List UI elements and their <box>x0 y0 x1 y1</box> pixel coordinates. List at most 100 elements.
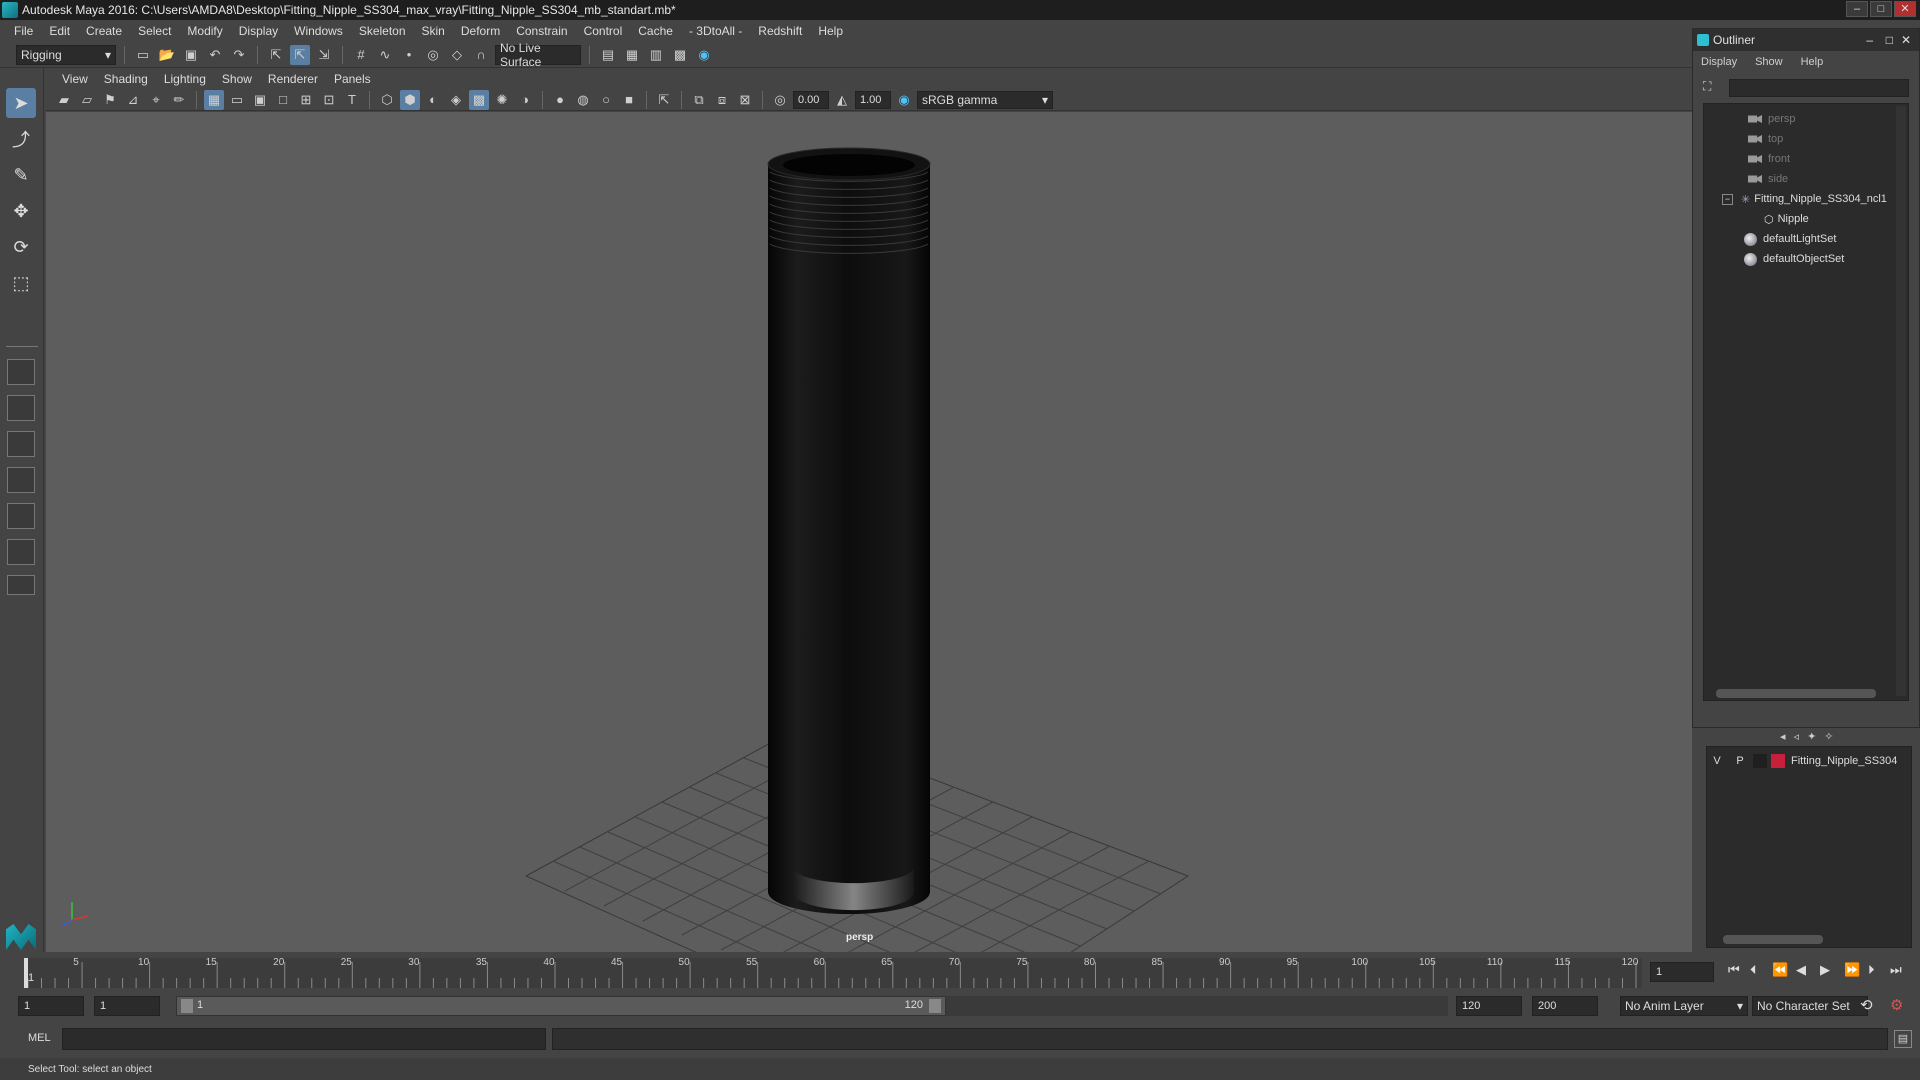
color-management-icon[interactable]: ◉ <box>894 90 914 110</box>
select-object-icon[interactable]: ⇱ <box>290 44 310 65</box>
menu-select[interactable]: Select <box>130 24 179 38</box>
layer-visibility-toggle[interactable]: V <box>1707 755 1727 767</box>
gamma-field[interactable]: 1.00 <box>855 90 891 109</box>
perspective-viewport[interactable]: persp <box>46 112 1692 952</box>
more-layouts-icon[interactable] <box>7 575 35 595</box>
step-back-frame-icon[interactable]: ⏴ <box>1750 962 1757 978</box>
camera-select-icon[interactable]: ▰ <box>54 90 74 110</box>
xray-icon[interactable]: ⧉ <box>689 90 709 110</box>
use-all-lights-icon[interactable]: ✺ <box>492 90 512 110</box>
node-editor-layout-icon[interactable] <box>7 539 35 565</box>
layer-row[interactable]: V P Fitting_Nipple_SS304 <box>1707 751 1911 771</box>
move-tool-icon[interactable]: ✥ <box>6 196 36 226</box>
maximize-button[interactable]: □ <box>1870 1 1892 17</box>
outliner-item-fitting-group[interactable]: − ✳ Fitting_Nipple_SS304_ncl1 <box>1722 190 1887 208</box>
command-input[interactable] <box>62 1028 546 1050</box>
menu-skeleton[interactable]: Skeleton <box>351 24 414 38</box>
undo-icon[interactable]: ↶ <box>205 45 225 65</box>
layer-horizontal-scrollbar[interactable] <box>1723 935 1823 944</box>
grid-toggle-icon[interactable]: ▦ <box>204 89 224 110</box>
layer-playback-toggle[interactable]: P <box>1727 755 1753 767</box>
paint-select-tool-icon[interactable]: ✎ <box>6 160 36 190</box>
resolution-gate-icon[interactable]: ▣ <box>250 90 270 110</box>
motion-blur-icon[interactable]: ◍ <box>573 90 593 110</box>
two-d-pan-icon[interactable]: ⌖ <box>146 90 166 110</box>
outliner-search-input[interactable] <box>1729 79 1909 97</box>
default-material-icon[interactable]: ◐ <box>423 90 443 110</box>
play-forwards-icon[interactable]: ▶ <box>1820 962 1830 978</box>
outliner-minimize-button[interactable]: – <box>1866 33 1873 47</box>
snap-magnet-icon[interactable]: ∩ <box>471 45 491 65</box>
script-editor-icon[interactable]: ▤ <box>1894 1030 1912 1048</box>
menu-edit[interactable]: Edit <box>41 24 78 38</box>
menu-file[interactable]: File <box>6 24 41 38</box>
vp-menu-panels[interactable]: Panels <box>326 72 379 86</box>
render-settings-icon[interactable]: ▤ <box>598 45 618 65</box>
minimize-button[interactable]: – <box>1846 1 1868 17</box>
playback-end-field[interactable]: 120 <box>1456 996 1522 1016</box>
snap-point-icon[interactable]: • <box>399 45 419 65</box>
image-plane-icon[interactable]: ⊿ <box>123 90 143 110</box>
render-frame-icon[interactable]: ▦ <box>622 45 642 65</box>
field-chart-icon[interactable]: ⊞ <box>296 90 316 110</box>
anim-layer-dropdown[interactable]: No Anim Layer ▾ <box>1620 996 1748 1016</box>
outliner-item-front[interactable]: front <box>1748 150 1790 168</box>
collapse-icon[interactable]: − <box>1722 193 1733 205</box>
layer-type-toggle[interactable] <box>1753 754 1767 768</box>
playback-start-field[interactable]: 1 <box>94 996 160 1016</box>
menu-modify[interactable]: Modify <box>179 24 230 38</box>
outliner-menu-display[interactable]: Display <box>1701 56 1737 68</box>
outliner-item-side[interactable]: side <box>1748 170 1788 188</box>
exposure-field[interactable]: 0.00 <box>793 90 829 109</box>
snap-curve-icon[interactable]: ∿ <box>375 45 395 65</box>
snap-view-icon[interactable]: ◎ <box>423 45 443 65</box>
close-button[interactable]: ✕ <box>1894 1 1916 17</box>
wireframe-on-shaded-icon[interactable]: ◈ <box>446 90 466 110</box>
layer-color-swatch[interactable] <box>1771 754 1785 768</box>
outliner-item-top[interactable]: top <box>1748 130 1783 148</box>
snap-surface-icon[interactable]: ◇ <box>447 45 467 65</box>
menu-3dtoall[interactable]: - 3DtoAll - <box>681 24 750 38</box>
anti-aliasing-icon[interactable]: ○ <box>596 90 616 110</box>
select-component-icon[interactable]: ⇲ <box>314 45 334 65</box>
animation-end-field[interactable]: 200 <box>1532 996 1598 1016</box>
range-slider[interactable]: 1 120 <box>176 996 946 1016</box>
range-end-handle[interactable] <box>929 999 941 1013</box>
ipr-render-icon[interactable]: ▥ <box>646 45 666 65</box>
menu-redshift[interactable]: Redshift <box>750 24 810 38</box>
animation-preferences-icon[interactable]: ⚙ <box>1890 996 1903 1014</box>
grease-pencil-icon[interactable]: ✏ <box>169 90 189 110</box>
bookmark-icon[interactable]: ⚑ <box>100 90 120 110</box>
gamma-icon[interactable]: ◭ <box>832 90 852 110</box>
live-surface-field[interactable]: No Live Surface <box>495 41 581 69</box>
film-gate-icon[interactable]: ▭ <box>227 90 247 110</box>
outliner-item-default-object-set[interactable]: defaultObjectSet <box>1744 250 1844 268</box>
select-hierarchy-icon[interactable]: ⇱ <box>266 45 286 65</box>
select-tool-icon[interactable]: ➤ <box>6 88 36 118</box>
step-back-key-icon[interactable]: ⏪ <box>1772 962 1788 978</box>
menuset-dropdown[interactable]: Rigging ▾ <box>16 44 116 65</box>
outliner-vertical-scrollbar[interactable] <box>1896 106 1906 696</box>
render-view-icon[interactable]: ▩ <box>670 45 690 65</box>
single-perspective-layout-icon[interactable] <box>7 359 35 385</box>
outliner-item-persp[interactable]: persp <box>1748 110 1796 128</box>
move-layer-up-icon[interactable]: ◂ <box>1780 730 1786 743</box>
new-layer-selected-icon[interactable]: ✦ <box>1807 730 1816 743</box>
open-scene-icon[interactable]: 📂 <box>157 45 177 65</box>
vp-menu-view[interactable]: View <box>54 72 96 86</box>
gate-mask-icon[interactable]: □ <box>273 90 293 110</box>
step-forward-key-icon[interactable]: ⏩ <box>1844 962 1860 978</box>
persp-graph-layout-icon[interactable] <box>7 467 35 493</box>
depth-of-field-icon[interactable]: ■ <box>619 90 639 110</box>
menu-windows[interactable]: Windows <box>286 24 351 38</box>
vp-menu-renderer[interactable]: Renderer <box>260 72 326 86</box>
vp-menu-show[interactable]: Show <box>214 72 260 86</box>
redo-icon[interactable]: ↷ <box>229 45 249 65</box>
menu-cache[interactable]: Cache <box>630 24 681 38</box>
time-slider-track[interactable]: 1 5 10 15 20 25 30 35 40 45 50 55 60 65 70 75 80 85 90 95 1… <box>24 957 1642 988</box>
go-to-end-icon[interactable]: ⏭ <box>1890 962 1902 978</box>
menu-display[interactable]: Display <box>231 24 286 38</box>
menu-help[interactable]: Help <box>810 24 851 38</box>
outliner-item-default-light-set[interactable]: defaultLightSet <box>1744 230 1836 248</box>
new-scene-icon[interactable]: ▭ <box>133 45 153 65</box>
